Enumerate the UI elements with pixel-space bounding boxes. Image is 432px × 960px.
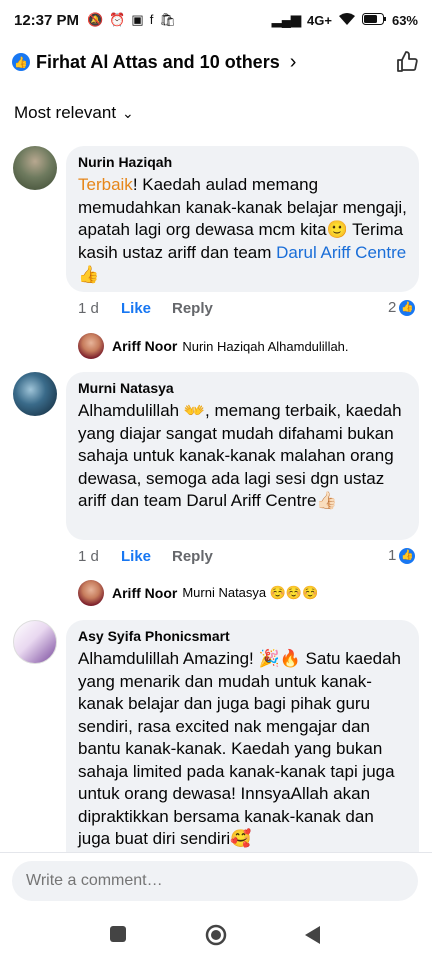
reply-author[interactable]: Ariff Noor — [112, 338, 177, 354]
comment-composer — [0, 852, 432, 911]
home-icon[interactable] — [205, 924, 227, 951]
bag-icon: 🛍 — [159, 12, 176, 27]
battery-percent: 63% — [391, 12, 418, 28]
comment-text: Terbaik! Kaedah aulad memang memudahkan … — [78, 174, 407, 287]
comment-text: Alhamdulillah 👐, memang terbaik, kaedah … — [78, 401, 402, 510]
highlight-text: Terbaik — [78, 175, 133, 194]
reaction-count-value: 1 — [388, 547, 397, 564]
avatar[interactable] — [13, 372, 57, 416]
status-time: 12:37 PM — [14, 11, 80, 29]
reaction-count[interactable]: 1 👍 — [388, 547, 416, 564]
comment-author[interactable]: Murni Natasya — [78, 380, 407, 396]
like-outline-icon[interactable] — [394, 49, 420, 75]
reply-preview[interactable]: Ariff Noor Nurin Haziqah Alhamdulillah. — [78, 333, 349, 359]
reply-button[interactable]: Reply — [172, 548, 213, 565]
reaction-count[interactable]: 2 👍 — [388, 299, 416, 316]
reactions-summary[interactable]: Firhat Al Attas and 10 others — [36, 52, 280, 73]
alarm-icon: ⏰ — [109, 12, 126, 27]
back-icon[interactable] — [305, 926, 321, 949]
sort-dropdown[interactable]: Most relevant ⌄ — [0, 84, 432, 142]
comment-author[interactable]: Nurin Haziqah — [78, 154, 407, 170]
network-label: 4G+ — [307, 12, 332, 28]
comment-time: 1 d — [78, 300, 99, 317]
facebook-icon: f — [149, 12, 154, 27]
reply-author[interactable]: Ariff Noor — [112, 585, 177, 601]
status-right: ▂▄▆ 4G+ 63% — [272, 12, 418, 29]
like-button[interactable]: Like — [121, 300, 172, 317]
comment-bubble[interactable]: Asy Syifa Phonicsmart Alhamdulillah Amaz… — [66, 620, 419, 870]
comment-input[interactable] — [12, 861, 418, 901]
wifi-icon — [338, 12, 356, 29]
avatar[interactable] — [78, 580, 104, 606]
system-nav-bar — [0, 910, 432, 960]
chevron-down-icon: ⌄ — [122, 104, 134, 121]
reaction-count-value: 2 — [388, 299, 397, 316]
signal-icon: ▂▄▆ — [271, 12, 302, 27]
like-reaction-icon: 👍 — [399, 547, 416, 564]
avatar[interactable] — [78, 333, 104, 359]
recents-icon[interactable] — [110, 926, 126, 947]
reply-text: Murni Natasya ☺️☺️☺️ — [182, 585, 319, 600]
reply-text: Nurin Haziqah Alhamdulillah. — [182, 338, 349, 354]
like-reaction-icon: 👍 — [12, 53, 30, 71]
comment-author[interactable]: Asy Syifa Phonicsmart — [78, 628, 407, 644]
like-reaction-icon: 👍 — [399, 299, 416, 316]
comment-tail: 👍 — [78, 265, 100, 284]
avatar[interactable] — [13, 146, 57, 190]
like-button[interactable]: Like — [121, 548, 172, 565]
app-icon: ▣ — [131, 12, 144, 27]
mute-icon: 🔕 — [87, 12, 104, 27]
comment-actions: 1 d Like Reply — [78, 300, 213, 317]
comment-time: 1 d — [78, 548, 99, 565]
sort-label: Most relevant — [14, 103, 117, 122]
reply-button[interactable]: Reply — [172, 300, 213, 317]
page-link[interactable]: Darul Ariff Centre — [276, 243, 406, 262]
comment-actions: 1 d Like Reply — [78, 548, 213, 565]
comment-bubble[interactable]: Murni Natasya Alhamdulillah 👐, memang te… — [66, 372, 419, 540]
avatar[interactable] — [13, 620, 57, 664]
notification-icons: 🔕 ⏰ ▣ f 🛍 — [87, 12, 176, 28]
reply-preview[interactable]: Ariff Noor Murni Natasya ☺️☺️☺️ — [78, 580, 318, 606]
comment-bubble[interactable]: Nurin Haziqah Terbaik! Kaedah aulad mema… — [66, 146, 419, 292]
chevron-right-icon[interactable]: › — [290, 51, 297, 74]
battery-icon — [361, 12, 386, 28]
reactions-header[interactable]: 👍 Firhat Al Attas and 10 others › — [0, 40, 432, 84]
comment-text: Alhamdulillah Amazing! 🎉🔥 Satu kaedah ya… — [78, 649, 402, 848]
status-bar: 12:37 PM 🔕 ⏰ ▣ f 🛍 ▂▄▆ 4G+ 63% — [0, 0, 432, 40]
